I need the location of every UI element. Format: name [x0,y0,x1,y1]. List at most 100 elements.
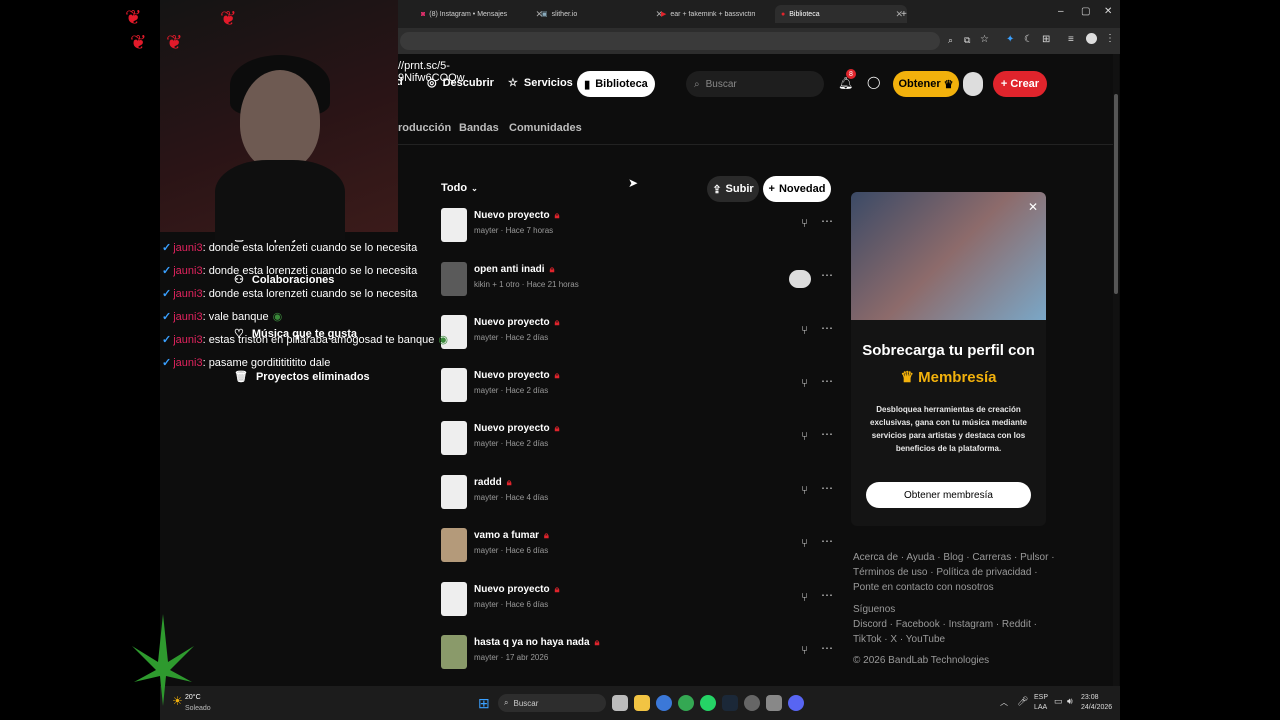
mic-icon[interactable]: 🎤︎ [1017,696,1028,707]
steam-icon[interactable] [722,695,738,711]
kebab-menu-icon[interactable]: ⋮ [1105,33,1115,44]
scrollbar[interactable] [1113,54,1119,686]
footer-links-1[interactable]: Acerca de · Ayuda · Blog · Carreras · Pu… [853,550,1055,565]
fork-icon[interactable]: ⑂ [801,376,808,390]
address-bar[interactable] [400,32,940,50]
novedad-button[interactable]: + Novedad [763,176,831,202]
explorer-icon[interactable] [634,695,650,711]
more-icon[interactable]: ⋯ [821,588,833,602]
more-icon[interactable]: ⋯ [821,481,833,495]
nav-biblioteca[interactable]: ▮ Biblioteca [577,71,655,97]
clock-time[interactable]: 23:08 [1081,694,1099,701]
clock-date[interactable]: 24/4/2026 [1081,704,1112,711]
lang-1[interactable]: ESP [1034,694,1048,701]
list-item[interactable]: raddd 🔒︎ mayter · Hace 4 días ⑂ ⋯ [441,475,836,515]
bookmark-star-icon[interactable]: ☆ [980,34,989,45]
lang-2[interactable]: LAA [1034,704,1047,711]
fork-icon[interactable]: ⑂ [801,590,808,604]
more-icon[interactable]: ⋯ [821,374,833,388]
tab-instagram[interactable]: ◙ (8) Instagram • Mensajes ✕ [415,5,547,23]
screenshot-icon[interactable]: ⧉ [964,35,970,46]
lock-icon: 🔒︎ [554,423,560,433]
more-icon[interactable]: ⋯ [821,268,833,282]
list-item[interactable]: Nuevo proyecto 🔒︎ mayter · Hace 2 días ⑂ … [441,421,836,461]
close-window-button[interactable]: ✕ [1104,6,1112,17]
collaborator-avatars[interactable] [789,270,811,288]
close-icon[interactable]: ✕ [1028,200,1038,214]
list-item[interactable]: Nuevo proyecto 🔒︎ mayter · Hace 6 días ⑂ … [441,582,836,622]
footer-follow-label: Síguenos [853,604,896,615]
windows-start-icon[interactable]: ⊞ [478,695,490,712]
list-item[interactable]: Nuevo proyecto 🔒︎ mayter · Hace 2 días ⑂ … [441,315,836,355]
chat-message: ✓ jauni3: donde esta lorenzeti cuando se … [162,287,418,301]
fork-icon[interactable]: ⑂ [801,483,808,497]
taskview-icon[interactable] [612,695,628,711]
whatsapp-icon[interactable] [700,695,716,711]
filter-dropdown[interactable]: Todo ⌄ [441,182,478,194]
puzzle-icon[interactable]: ⊞ [1042,34,1050,45]
fork-icon[interactable]: ⑂ [801,216,808,230]
fork-icon[interactable]: ⑂ [801,643,808,657]
taskbar-search[interactable]: ⌕ Buscar [498,694,606,712]
network-icon[interactable]: ▭ [1054,696,1063,707]
chat-message: ✓ jauni3: vale banque ◉ [162,310,283,324]
chat-icon[interactable]: ◯ [867,75,880,89]
new-tab-button[interactable]: + [895,5,921,23]
profile-avatar[interactable] [1086,33,1097,44]
more-icon[interactable]: ⋯ [821,427,833,441]
maximize-button[interactable]: ▢ [1081,6,1090,17]
obtener-button[interactable]: Obtener ♛ [893,71,959,97]
avatar[interactable] [963,72,983,96]
browser-icon[interactable] [678,695,694,711]
app-icon[interactable] [744,695,760,711]
volume-icon[interactable]: 🔊︎ [1067,696,1073,707]
chrome-icon[interactable] [656,695,672,711]
extension-icon[interactable]: ✦ [1006,34,1014,45]
list-item[interactable]: open anti inadi 🔒︎ kikin + 1 otro · Hace … [441,262,836,302]
youtube-icon: ▶ [661,11,667,18]
zoom-icon[interactable]: ⌕ [948,35,953,46]
lock-icon: 🔒︎ [554,317,560,327]
capcut-icon[interactable] [766,695,782,711]
footer-contact-link[interactable]: Ponte en contacto con nosotros [853,580,994,595]
butterfly-icon: ❦ [166,32,183,54]
upload-icon: ⇪ [712,183,722,196]
crear-button[interactable]: + Crear [993,71,1047,97]
tab-slither[interactable]: ▣ slither.io ✕ [535,5,667,23]
more-icon[interactable]: ⋯ [821,641,833,655]
subir-button[interactable]: ⇪ Subir [707,176,759,202]
nav-servicios[interactable]: ☆ Servicios [508,76,573,90]
tab-biblioteca[interactable]: ● Biblioteca ✕ [775,5,907,23]
scrollbar-thumb[interactable] [1114,94,1118,294]
footer-links-2[interactable]: Términos de uso · Política de privacidad… [853,565,1038,580]
fork-icon[interactable]: ⑂ [801,429,808,443]
list-item[interactable]: hasta q ya no haya nada 🔒︎ mayter · 17 ab… [441,635,836,675]
search-input[interactable]: ⌕ Buscar [686,71,824,97]
promo-highlight: ♛ Membresía [900,369,997,386]
footer-social-1[interactable]: Discord · Facebook · Instagram · Reddit … [853,617,1037,632]
footer-social-2[interactable]: TikTok · X · YouTube [853,632,945,647]
tab-produccion[interactable]: roducción [398,122,451,134]
darkmode-icon[interactable]: ☾ [1024,34,1033,45]
more-icon[interactable]: ⋯ [821,534,833,548]
tab-comunidades[interactable]: Comunidades [509,122,582,134]
footer-copyright: © 2026 BandLab Technologies [853,655,990,666]
notification-badge: 8 [846,69,856,79]
divider [398,144,1114,145]
tab-youtube[interactable]: ▶ ear + fakemink + bassvictim ty... ✕ [655,5,787,23]
fork-icon[interactable]: ⑂ [801,323,808,337]
verified-icon: ✓ [162,288,172,300]
tab-bandas[interactable]: Bandas [459,122,499,134]
obtener-membresia-button[interactable]: Obtener membresía [866,482,1031,508]
list-item[interactable]: Nuevo proyecto 🔒︎ mayter · Hace 2 días ⑂ … [441,368,836,408]
list-item[interactable]: vamo a fumar 🔒︎ mayter · Hace 6 días ⑂ ⋯ [441,528,836,568]
playlist-icon[interactable]: ≡ [1068,34,1074,45]
minimize-button[interactable]: – [1058,6,1064,17]
more-icon[interactable]: ⋯ [821,321,833,335]
chevron-up-icon[interactable]: ︿ [1000,697,1008,708]
list-item[interactable]: Nuevo proyecto 🔒︎ mayter · Hace 7 horas ⑂… [441,208,836,248]
more-icon[interactable]: ⋯ [821,214,833,228]
lock-icon: 🔒︎ [549,264,555,274]
fork-icon[interactable]: ⑂ [801,536,808,550]
discord-icon[interactable] [788,695,804,711]
